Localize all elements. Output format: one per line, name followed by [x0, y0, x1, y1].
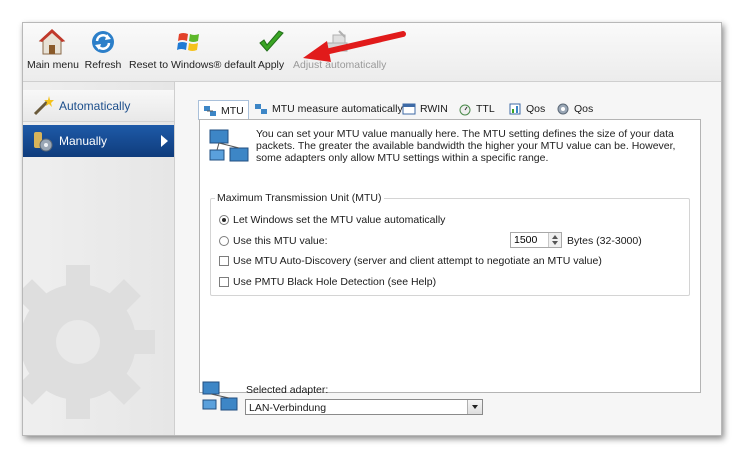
network-computers-icon: [209, 129, 249, 162]
tab-label: Qos: [574, 103, 594, 115]
app-window: Main menu Refresh Reset to Windows® defa…: [22, 22, 722, 436]
radio-mtu-automatic[interactable]: Let Windows set the MTU value automatica…: [219, 214, 445, 226]
radio-button[interactable]: [219, 215, 229, 225]
stepper-down-icon[interactable]: [552, 241, 558, 245]
sidebar-item-label: Manually: [59, 134, 108, 148]
windows-logo-icon: [177, 33, 199, 51]
tab-qos-1[interactable]: Qos: [508, 100, 545, 118]
chevron-right-icon: [161, 135, 168, 147]
tab-label: MTU measure automatically: [272, 103, 403, 115]
timer-icon: [459, 104, 471, 116]
network-computers-icon: [202, 381, 238, 411]
checkmark-icon: [259, 30, 284, 52]
tab-label: Qos: [526, 103, 546, 115]
tab-label: TTL: [476, 103, 495, 115]
network-icon: [255, 104, 267, 114]
checkbox[interactable]: [219, 277, 229, 287]
gear-icon: [557, 103, 569, 115]
mtu-value-stepper[interactable]: [510, 232, 562, 248]
checkbox-mtu-auto-discovery[interactable]: Use MTU Auto-Discovery (server and clien…: [219, 255, 602, 267]
adapter-select-value: LAN-Verbindung: [249, 402, 327, 414]
apply-button[interactable]: Apply: [253, 27, 289, 77]
sidebar: Automatically Manually: [23, 82, 175, 435]
radio-button[interactable]: [219, 236, 229, 246]
sidebar-item-label: Automatically: [59, 98, 131, 113]
refresh-label: Refresh: [84, 59, 122, 71]
magic-wand-icon: [33, 95, 54, 115]
checkbox-label: Use PMTU Black Hole Detection (see Help): [233, 276, 437, 288]
checkbox-label: Use MTU Auto-Discovery (server and clien…: [233, 255, 602, 267]
mtu-value-input[interactable]: [511, 233, 553, 247]
radio-mtu-manual[interactable]: Use this MTU value:: [219, 235, 328, 247]
tab-label: RWIN: [420, 103, 448, 115]
tab-rwin[interactable]: RWIN: [402, 100, 448, 118]
tab-bar: MTU MTU measure automatically RWIN TTL Q…: [198, 100, 698, 120]
tab-ttl[interactable]: TTL: [458, 100, 495, 118]
sidebar-item-automatically[interactable]: Automatically: [23, 90, 174, 122]
settings-icon: [34, 132, 53, 152]
tab-mtu-measure[interactable]: MTU measure automatically: [254, 100, 403, 118]
radio-label: Let Windows set the MTU value automatica…: [233, 214, 446, 226]
mtu-panel: You can set your MTU value manually here…: [199, 119, 701, 393]
main-menu-button[interactable]: Main menu: [27, 27, 79, 77]
tab-qos-2[interactable]: Qos: [556, 100, 593, 118]
chevron-down-icon[interactable]: [467, 400, 482, 414]
home-icon: [38, 29, 66, 55]
apply-label: Apply: [257, 59, 285, 71]
sidebar-item-manually[interactable]: Manually: [23, 125, 174, 157]
checkbox-pmtu-black-hole[interactable]: Use PMTU Black Hole Detection (see Help): [219, 276, 436, 288]
adapter-select[interactable]: LAN-Verbindung: [245, 399, 483, 415]
bytes-range-label: Bytes (32-3000): [567, 235, 642, 247]
groupbox-title: Maximum Transmission Unit (MTU): [215, 192, 384, 204]
selected-adapter-label: Selected adapter:: [246, 384, 329, 396]
main-menu-label: Main menu: [27, 59, 79, 71]
radio-label: Use this MTU value:: [233, 235, 328, 247]
refresh-icon: [92, 31, 114, 53]
reset-default-label: Reset to Windows® default: [129, 59, 256, 71]
stepper-arrows[interactable]: [548, 233, 561, 247]
window-icon: [402, 103, 416, 115]
tab-label: MTU: [221, 104, 244, 117]
checkbox[interactable]: [219, 256, 229, 266]
gear-watermark-icon: [23, 265, 155, 419]
red-arrow-icon: [303, 31, 406, 62]
reset-default-button[interactable]: Reset to Windows® default: [129, 27, 256, 77]
stepper-up-icon[interactable]: [552, 235, 558, 239]
refresh-button[interactable]: Refresh: [83, 27, 123, 77]
mtu-groupbox: Maximum Transmission Unit (MTU) Let Wind…: [210, 192, 690, 296]
tab-mtu[interactable]: MTU: [198, 100, 249, 120]
chart-icon: [509, 103, 521, 115]
network-icon: [204, 105, 216, 116]
mtu-description: You can set your MTU value manually here…: [256, 128, 676, 164]
